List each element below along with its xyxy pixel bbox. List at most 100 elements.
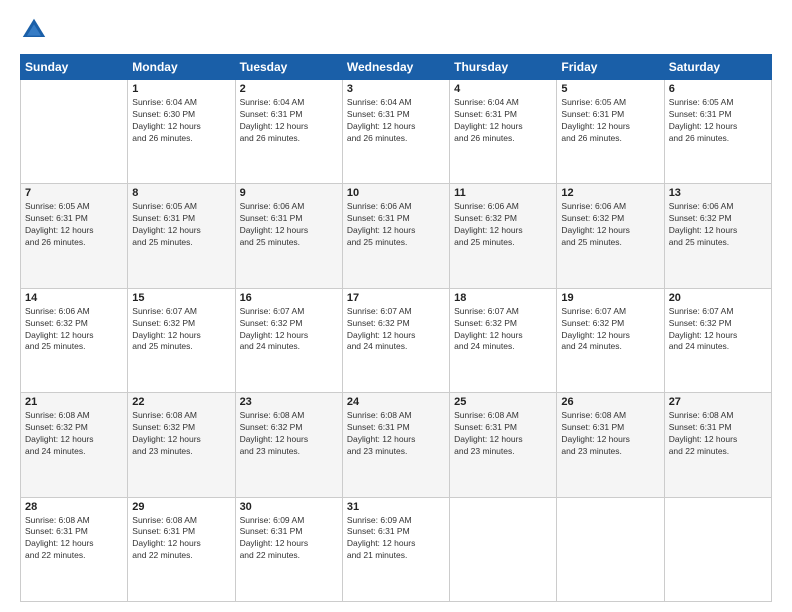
day-number: 9: [240, 187, 338, 199]
calendar-cell: 28Sunrise: 6:08 AM Sunset: 6:31 PM Dayli…: [21, 497, 128, 601]
calendar-cell: 14 Sunrise: 6:06 AM Sunset: 6:32 PM Dayli…: [21, 288, 128, 392]
day-info: Sunrise: 6:07 AM Sunset: 6:32 PM Dayligh…: [454, 306, 552, 354]
calendar-day-header: Friday: [557, 55, 664, 80]
calendar-cell: 27 Sunrise: 6:08 AM Sunset: 6:31 PM Dayli…: [664, 393, 771, 497]
calendar-cell: [557, 497, 664, 601]
calendar-cell: 11 Sunrise: 6:06 AM Sunset: 6:32 PM Dayli…: [450, 184, 557, 288]
day-number: 12: [561, 187, 659, 199]
calendar-cell: [664, 497, 771, 601]
day-info: Sunrise: 6:07 AM Sunset: 6:32 PM Dayligh…: [132, 306, 230, 354]
day-info: Sunrise: 6:04 AM Sunset: 6:31 PM Dayligh…: [454, 97, 552, 145]
calendar-day-header: Wednesday: [342, 55, 449, 80]
day-number: 23: [240, 396, 338, 408]
calendar-cell: 12 Sunrise: 6:06 AM Sunset: 6:32 PM Dayli…: [557, 184, 664, 288]
day-info: Sunrise: 6:08 AM Sunset: 6:31 PM Dayligh…: [347, 410, 445, 458]
day-number: 31: [347, 501, 445, 513]
day-number: 26: [561, 396, 659, 408]
day-number: 14: [25, 292, 123, 304]
calendar-cell: 18 Sunrise: 6:07 AM Sunset: 6:32 PM Dayli…: [450, 288, 557, 392]
calendar-cell: 20Sunrise: 6:07 AM Sunset: 6:32 PM Dayli…: [664, 288, 771, 392]
calendar-week-row: 7 Sunrise: 6:05 AM Sunset: 6:31 PM Daylig…: [21, 184, 772, 288]
calendar-cell: 4 Sunrise: 6:04 AM Sunset: 6:31 PM Daylig…: [450, 80, 557, 184]
day-info: Sunrise: 6:08 AM Sunset: 6:31 PM Dayligh…: [454, 410, 552, 458]
day-number: 17: [347, 292, 445, 304]
day-number: 10: [347, 187, 445, 199]
calendar-cell: 3Sunrise: 6:04 AM Sunset: 6:31 PM Daylig…: [342, 80, 449, 184]
day-info: Sunrise: 6:06 AM Sunset: 6:31 PM Dayligh…: [240, 201, 338, 249]
calendar-week-row: 21 Sunrise: 6:08 AM Sunset: 6:32 PM Dayli…: [21, 393, 772, 497]
calendar-cell: 19 Sunrise: 6:07 AM Sunset: 6:32 PM Dayli…: [557, 288, 664, 392]
day-number: 11: [454, 187, 552, 199]
day-number: 7: [25, 187, 123, 199]
day-number: 28: [25, 501, 123, 513]
day-info: Sunrise: 6:09 AM Sunset: 6:31 PM Dayligh…: [347, 515, 445, 563]
day-info: Sunrise: 6:05 AM Sunset: 6:31 PM Dayligh…: [25, 201, 123, 249]
day-number: 2: [240, 83, 338, 95]
day-number: 19: [561, 292, 659, 304]
day-number: 18: [454, 292, 552, 304]
calendar-week-row: 28 Sunrise: 6:08 AM Sunset: 6:31 PM Dayli…: [21, 497, 772, 601]
day-info: Sunrise: 6:06 AM Sunset: 6:32 PM Dayligh…: [561, 201, 659, 249]
day-info: Sunrise: 6:04 AM Sunset: 6:31 PM Dayligh…: [240, 97, 338, 145]
calendar-week-row: 14 Sunrise: 6:06 AM Sunset: 6:32 PM Dayli…: [21, 288, 772, 392]
day-number: 15: [132, 292, 230, 304]
day-number: 5: [561, 83, 659, 95]
day-info: Sunrise: 6:07 AM Sunset: 6:32 PM Dayligh…: [561, 306, 659, 354]
day-info: Sunrise: 6:08 AM Sunset: 6:32 PM Dayligh…: [240, 410, 338, 458]
calendar-cell: 1 Sunrise: 6:04 AM Sunset: 6:30 PM Daylig…: [128, 80, 235, 184]
calendar-table: SundayMondayTuesdayWednesdayThursdayFrid…: [20, 54, 772, 602]
calendar-cell: 15 Sunrise: 6:07 AM Sunset: 6:32 PM Dayli…: [128, 288, 235, 392]
logo-icon: [20, 16, 48, 44]
day-number: 6: [669, 83, 767, 95]
day-info: Sunrise: 6:08 AM Sunset: 6:31 PM Dayligh…: [561, 410, 659, 458]
calendar-cell: 24 Sunrise: 6:08 AM Sunset: 6:31 PM Dayli…: [342, 393, 449, 497]
day-info: Sunrise: 6:04 AM Sunset: 6:30 PM Dayligh…: [132, 97, 230, 145]
day-info: Sunrise: 6:06 AM Sunset: 6:32 PM Dayligh…: [454, 201, 552, 249]
calendar-cell: 31 Sunrise: 6:09 AM Sunset: 6:31 PM Dayli…: [342, 497, 449, 601]
page: SundayMondayTuesdayWednesdayThursdayFrid…: [0, 0, 792, 612]
calendar-cell: 21 Sunrise: 6:08 AM Sunset: 6:32 PM Dayli…: [21, 393, 128, 497]
day-number: 24: [347, 396, 445, 408]
day-info: Sunrise: 6:06 AM Sunset: 6:32 PM Dayligh…: [669, 201, 767, 249]
day-info: Sunrise: 6:08 AM Sunset: 6:32 PM Dayligh…: [132, 410, 230, 458]
day-info: Sunrise: 6:08 AM Sunset: 6:31 PM Dayligh…: [132, 515, 230, 563]
day-info: Sunrise: 6:05 AM Sunset: 6:31 PM Dayligh…: [132, 201, 230, 249]
day-number: 22: [132, 396, 230, 408]
day-info: Sunrise: 6:05 AM Sunset: 6:31 PM Dayligh…: [561, 97, 659, 145]
calendar-cell: [21, 80, 128, 184]
calendar-cell: 10Sunrise: 6:06 AM Sunset: 6:31 PM Dayli…: [342, 184, 449, 288]
day-number: 21: [25, 396, 123, 408]
calendar-cell: [450, 497, 557, 601]
day-number: 4: [454, 83, 552, 95]
calendar-cell: 2 Sunrise: 6:04 AM Sunset: 6:31 PM Daylig…: [235, 80, 342, 184]
calendar-cell: 6 Sunrise: 6:05 AM Sunset: 6:31 PM Daylig…: [664, 80, 771, 184]
day-info: Sunrise: 6:06 AM Sunset: 6:32 PM Dayligh…: [25, 306, 123, 354]
day-info: Sunrise: 6:07 AM Sunset: 6:32 PM Dayligh…: [347, 306, 445, 354]
day-info: Sunrise: 6:09 AM Sunset: 6:31 PM Dayligh…: [240, 515, 338, 563]
calendar-day-header: Thursday: [450, 55, 557, 80]
calendar-cell: 29 Sunrise: 6:08 AM Sunset: 6:31 PM Dayli…: [128, 497, 235, 601]
day-info: Sunrise: 6:08 AM Sunset: 6:31 PM Dayligh…: [669, 410, 767, 458]
calendar-cell: 5 Sunrise: 6:05 AM Sunset: 6:31 PM Daylig…: [557, 80, 664, 184]
calendar-cell: 9 Sunrise: 6:06 AM Sunset: 6:31 PM Daylig…: [235, 184, 342, 288]
day-number: 8: [132, 187, 230, 199]
calendar-day-header: Saturday: [664, 55, 771, 80]
day-info: Sunrise: 6:05 AM Sunset: 6:31 PM Dayligh…: [669, 97, 767, 145]
day-info: Sunrise: 6:04 AM Sunset: 6:31 PM Dayligh…: [347, 97, 445, 145]
calendar-week-row: 1 Sunrise: 6:04 AM Sunset: 6:30 PM Daylig…: [21, 80, 772, 184]
day-number: 20: [669, 292, 767, 304]
calendar-cell: 25Sunrise: 6:08 AM Sunset: 6:31 PM Dayli…: [450, 393, 557, 497]
calendar-cell: 26 Sunrise: 6:08 AM Sunset: 6:31 PM Dayli…: [557, 393, 664, 497]
day-number: 13: [669, 187, 767, 199]
calendar-header-row: SundayMondayTuesdayWednesdayThursdayFrid…: [21, 55, 772, 80]
calendar-cell: 16Sunrise: 6:07 AM Sunset: 6:32 PM Dayli…: [235, 288, 342, 392]
logo: [20, 16, 52, 44]
day-number: 29: [132, 501, 230, 513]
calendar-cell: 7 Sunrise: 6:05 AM Sunset: 6:31 PM Daylig…: [21, 184, 128, 288]
day-number: 27: [669, 396, 767, 408]
calendar-day-header: Tuesday: [235, 55, 342, 80]
day-info: Sunrise: 6:08 AM Sunset: 6:32 PM Dayligh…: [25, 410, 123, 458]
calendar-cell: 13 Sunrise: 6:06 AM Sunset: 6:32 PM Dayli…: [664, 184, 771, 288]
day-number: 1: [132, 83, 230, 95]
calendar-cell: 23 Sunrise: 6:08 AM Sunset: 6:32 PM Dayli…: [235, 393, 342, 497]
